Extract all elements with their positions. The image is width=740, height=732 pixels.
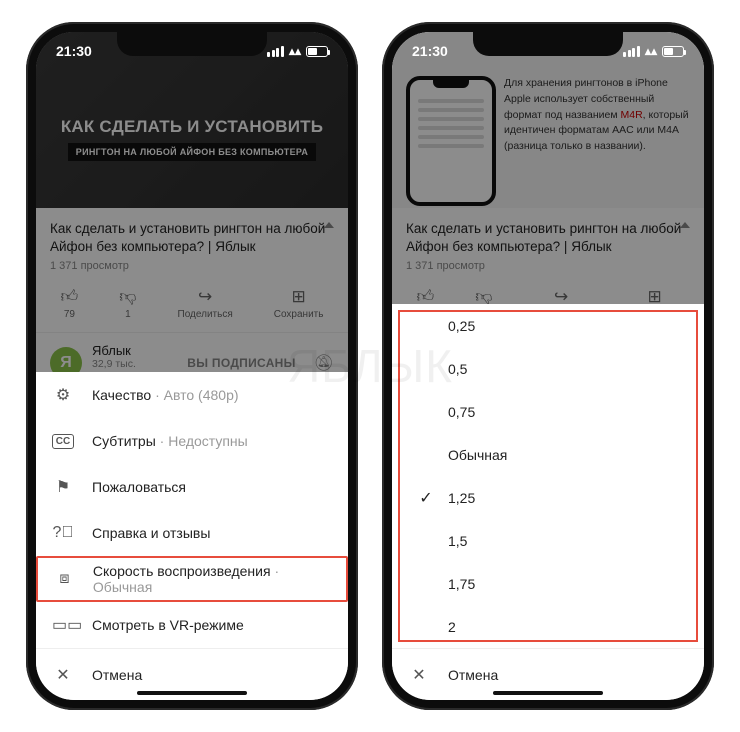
speed-sheet: 0,250,50,75Обычная✓1,251,51,752 ✕ Отмена: [392, 304, 704, 700]
speed-option[interactable]: ✓1,25: [392, 476, 704, 519]
speed-label: 1,5: [444, 533, 467, 549]
cc-icon: CC: [52, 434, 74, 449]
speed-option[interactable]: 1,75: [392, 562, 704, 605]
status-icons: ▴▴: [623, 44, 684, 58]
speed-option[interactable]: 0,25: [392, 304, 704, 347]
speed-label: 0,75: [444, 404, 475, 420]
speed-label: 2: [444, 619, 456, 635]
speed-label: 1,75: [444, 576, 475, 592]
help-icon: ?⃝: [52, 524, 74, 542]
menu-vr[interactable]: ▭▭ Смотреть в VR-режиме: [36, 602, 348, 648]
battery-icon: [306, 46, 328, 57]
dim-overlay[interactable]: [36, 32, 348, 425]
options-sheet: ⚙︎ КачествоАвто (480p) CC СубтитрыНедост…: [36, 372, 348, 700]
menu-playback-speed[interactable]: ⧈ Скорость воспроизведенияОбычная: [36, 556, 348, 602]
speed-icon: ⧈: [54, 570, 75, 588]
phone-left: 21:30 ▴▴ КАК СДЕЛАТЬ И УСТАНОВИТЬ РИНГТО…: [26, 22, 358, 710]
speed-label: 0,5: [444, 361, 467, 377]
phone-right: 21:30 ▴▴ Для хранения рингтонов в iPhone…: [382, 22, 714, 710]
speed-option[interactable]: 1,5: [392, 519, 704, 562]
battery-icon: [662, 46, 684, 57]
wifi-icon: ▴▴: [289, 44, 301, 58]
close-icon: ✕: [408, 665, 430, 685]
close-icon: ✕: [52, 665, 74, 685]
status-time: 21:30: [412, 43, 448, 59]
menu-captions[interactable]: CC СубтитрыНедоступны: [36, 418, 348, 464]
speed-label: 0,25: [444, 318, 475, 334]
status-icons: ▴▴: [267, 44, 328, 58]
speed-option[interactable]: 0,5: [392, 347, 704, 390]
speed-option[interactable]: Обычная: [392, 433, 704, 476]
notch: [473, 32, 623, 56]
speed-option[interactable]: 2: [392, 605, 704, 648]
status-time: 21:30: [56, 43, 92, 59]
menu-help[interactable]: ?⃝ Справка и отзывы: [36, 510, 348, 556]
wifi-icon: ▴▴: [645, 44, 657, 58]
cellular-icon: [623, 46, 640, 57]
gear-icon: ⚙︎: [52, 385, 74, 405]
menu-quality[interactable]: ⚙︎ КачествоАвто (480p): [36, 372, 348, 418]
speed-option[interactable]: 0,75: [392, 390, 704, 433]
speed-label: 1,25: [444, 490, 475, 506]
speed-label: Обычная: [444, 447, 507, 463]
flag-icon: ⚑: [52, 477, 74, 497]
home-indicator: [137, 691, 247, 695]
vr-icon: ▭▭: [52, 615, 74, 635]
menu-report[interactable]: ⚑ Пожаловаться: [36, 464, 348, 510]
cellular-icon: [267, 46, 284, 57]
checkmark-icon: ✓: [408, 488, 444, 508]
dim-overlay[interactable]: [392, 32, 704, 333]
notch: [117, 32, 267, 56]
home-indicator: [493, 691, 603, 695]
